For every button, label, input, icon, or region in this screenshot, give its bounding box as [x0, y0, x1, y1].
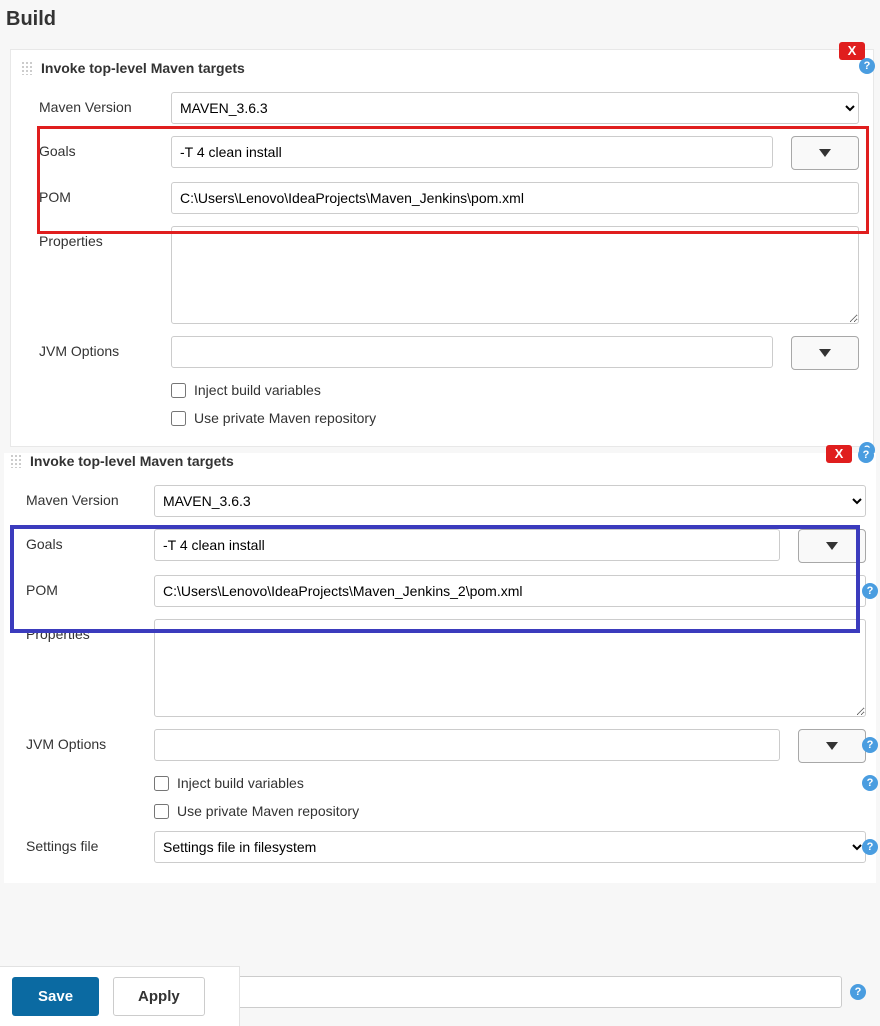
chevron-down-icon [819, 149, 831, 157]
maven-version-label: Maven Version [39, 92, 171, 115]
drag-handle-icon[interactable] [21, 61, 33, 75]
help-icon[interactable]: ? [862, 839, 878, 855]
goals-label: Goals [26, 529, 154, 552]
jvm-options-input[interactable] [154, 729, 780, 761]
remove-step-button[interactable]: X [826, 445, 852, 463]
jvm-options-label: JVM Options [39, 336, 171, 359]
save-button[interactable]: Save [12, 977, 99, 1016]
drag-handle-icon[interactable] [10, 454, 22, 468]
pom-input[interactable] [154, 575, 866, 607]
maven-version-label: Maven Version [26, 485, 154, 508]
help-icon[interactable]: ? [862, 775, 878, 791]
chevron-down-icon [826, 542, 838, 550]
settings-file-select[interactable]: Settings file in filesystem [154, 831, 866, 863]
inject-build-vars-label: Inject build variables [194, 382, 321, 398]
filepath-input[interactable] [223, 976, 842, 1008]
properties-textarea[interactable] [171, 226, 859, 324]
remove-step-button[interactable]: X [839, 42, 865, 60]
properties-label: Properties [39, 226, 171, 249]
help-icon[interactable]: ? [862, 737, 878, 753]
pom-label: POM [39, 182, 171, 205]
build-step-2: X ? Invoke top-level Maven targets Maven… [4, 453, 876, 883]
pom-input[interactable] [171, 182, 859, 214]
section-title: Invoke top-level Maven targets [30, 453, 234, 469]
private-repo-checkbox[interactable] [154, 804, 169, 819]
help-icon[interactable]: ? [862, 583, 878, 599]
chevron-down-icon [819, 349, 831, 357]
footer-toolbar: Save Apply [0, 966, 240, 1026]
goals-expand-button[interactable] [798, 529, 866, 563]
goals-label: Goals [39, 136, 171, 159]
section-title: Invoke top-level Maven targets [41, 60, 245, 76]
inject-build-vars-checkbox[interactable] [154, 776, 169, 791]
goals-input[interactable] [171, 136, 773, 168]
properties-textarea[interactable] [154, 619, 866, 717]
private-repo-checkbox[interactable] [171, 411, 186, 426]
page-heading: Build [0, 0, 880, 49]
jvm-expand-button[interactable] [791, 336, 859, 370]
maven-version-select[interactable]: MAVEN_3.6.3 [171, 92, 859, 124]
properties-label: Properties [26, 619, 154, 642]
help-icon[interactable]: ? [859, 58, 875, 74]
help-icon[interactable]: ? [858, 447, 874, 463]
settings-file-label: Settings file [26, 831, 154, 854]
maven-version-select[interactable]: MAVEN_3.6.3 [154, 485, 866, 517]
build-step-1: X Invoke top-level Maven targets Maven V… [10, 49, 874, 447]
apply-button[interactable]: Apply [113, 977, 205, 1016]
help-icon[interactable]: ? [850, 984, 866, 1000]
jvm-expand-button[interactable] [798, 729, 866, 763]
jvm-options-label: JVM Options [26, 729, 154, 752]
chevron-down-icon [826, 742, 838, 750]
inject-build-vars-label: Inject build variables [177, 775, 304, 791]
jvm-options-input[interactable] [171, 336, 773, 368]
private-repo-label: Use private Maven repository [177, 803, 359, 819]
inject-build-vars-checkbox[interactable] [171, 383, 186, 398]
private-repo-label: Use private Maven repository [194, 410, 376, 426]
goals-expand-button[interactable] [791, 136, 859, 170]
goals-input[interactable] [154, 529, 780, 561]
pom-label: POM [26, 575, 154, 598]
